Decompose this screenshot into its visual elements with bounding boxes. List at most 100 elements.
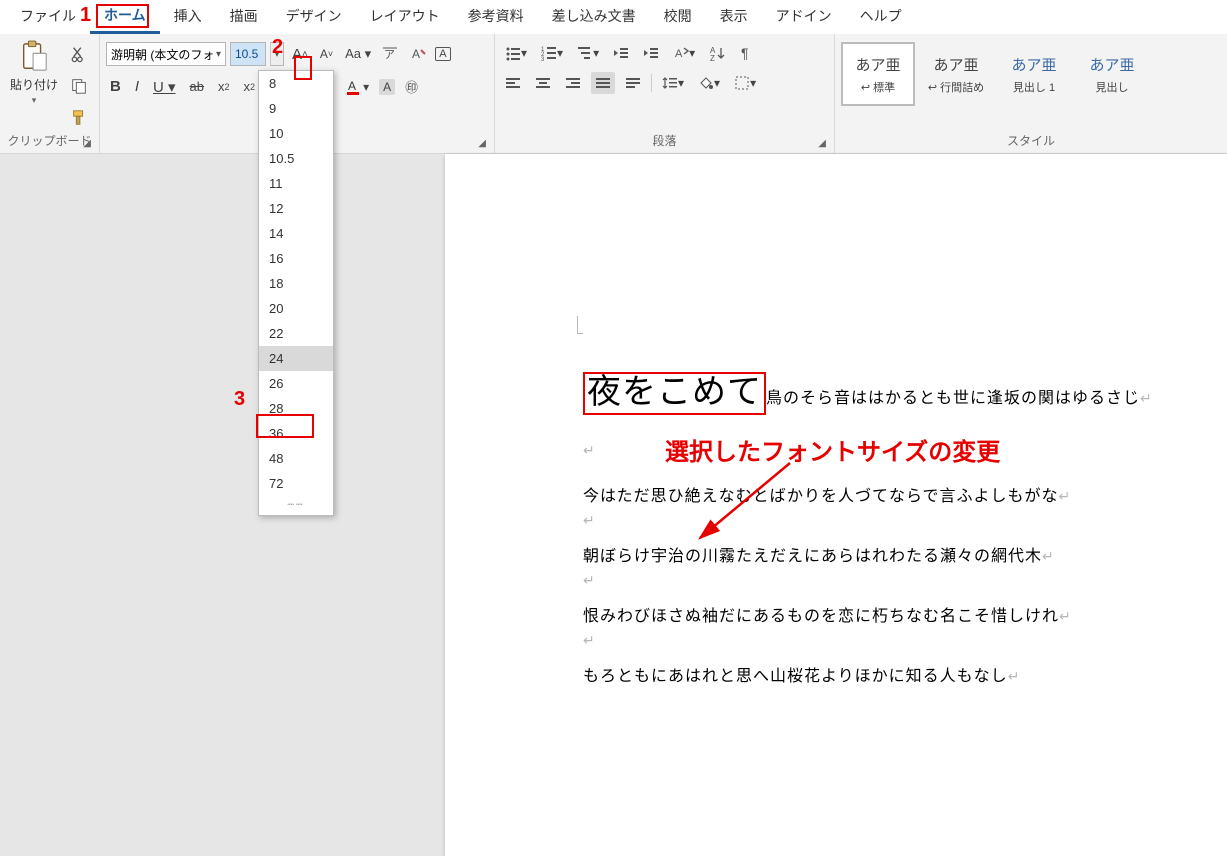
doc-line-3: 朝ぼらけ宇治の川霧たえだえにあらはれわたる瀬々の網代木↵ [583,536,1055,578]
tab-view[interactable]: 表示 [706,0,762,34]
phonetic-guide-button[interactable]: ア [379,43,403,65]
font-size-dropdown[interactable]: 891010.511121416182022242628364872┈┈ [258,70,334,516]
doc-line-1: 夜をこめて 鳥のそら音ははかるとも世に逢坂の関はゆるさじ↵ [583,372,1152,420]
borders-icon [734,75,750,91]
format-painter-button[interactable] [66,106,92,130]
font-size-option-48[interactable]: 48 [259,446,333,471]
font-size-combo[interactable]: 10.5 [230,42,266,66]
highlight-box-size-dropdown [294,56,312,80]
copy-button[interactable] [66,74,92,98]
show-marks-button[interactable]: ¶ [735,42,759,64]
tab-review[interactable]: 校閲 [650,0,706,34]
annotation-text: 選択したフォントサイズの変更 [665,432,1000,467]
text-direction-button[interactable]: A ▾ [669,42,699,64]
tab-references[interactable]: 参考資料 [454,0,538,34]
style-sample: あア亜 [1011,54,1056,75]
annotation-arrow [690,458,800,548]
font-size-option-22[interactable]: 22 [259,321,333,346]
multilevel-list-button[interactable]: ▾ [573,42,603,64]
group-label-clipboard: クリップボード ◢ [6,130,93,153]
paragraph-mark: ↵ [583,572,595,589]
tab-insert[interactable]: 挿入 [160,0,216,34]
tab-draw[interactable]: 描画 [216,0,272,34]
style-name: 見出し 1 [1013,79,1055,95]
font-size-option-9[interactable]: 9 [259,96,333,121]
align-left-button[interactable] [501,72,525,94]
style-tile-normal[interactable]: あア亜 ↩ 標準 [841,42,915,106]
svg-text:A: A [675,48,683,60]
clipboard-launcher[interactable]: ◢ [83,138,91,149]
font-launcher[interactable]: ◢ [478,138,486,149]
svg-text:A: A [412,47,420,61]
bold-button[interactable]: B [106,75,125,98]
style-sample: あア亜 [1089,54,1134,75]
font-name-combo[interactable]: 游明朝 (本文のフォ ▾ [106,42,226,66]
style-tile-nospace[interactable]: あア亜 ↩ 行間詰め [919,42,993,106]
ribbon: 貼り付け ▾ クリップボード ◢ [0,34,1227,154]
text-direction-icon: A [673,45,689,61]
highlight-box-size-24 [256,414,314,438]
sort-button[interactable]: AZ [705,42,729,64]
strikethrough-button[interactable]: ab [186,76,208,97]
numbering-icon: 123 [541,45,557,61]
distribute-button[interactable] [621,72,645,94]
enclose-characters-button[interactable]: A [435,47,450,61]
indent-icon [643,45,659,61]
font-size-option-11[interactable]: 11 [259,171,333,196]
font-size-option-16[interactable]: 16 [259,246,333,271]
decrease-indent-button[interactable] [609,42,633,64]
style-tile-heading1[interactable]: あア亜 見出し 1 [997,42,1071,106]
svg-text:ア: ア [384,49,395,61]
style-name: ↩ 行間詰め [928,79,984,95]
underline-button[interactable]: U ▾ [149,75,180,99]
font-color-button[interactable]: A ▾ [341,75,373,99]
pilcrow-icon: ¶ [739,45,755,61]
style-tile-heading[interactable]: あア亜 見出し [1075,42,1149,106]
increase-indent-button[interactable] [639,42,663,64]
align-center-button[interactable] [531,72,555,94]
tab-file[interactable]: ファイル [6,0,90,34]
shrink-font-button[interactable]: A˅ [316,44,337,64]
superscript-button[interactable]: x2 [240,76,260,97]
change-case-button[interactable]: Aa ▾ [341,43,375,65]
font-size-option-18[interactable]: 18 [259,271,333,296]
font-size-more[interactable]: ┈┈ [259,496,333,511]
enclose-button[interactable]: ㊞ [401,74,422,99]
font-color-icon: A [345,78,363,96]
font-size-option-10[interactable]: 10 [259,121,333,146]
style-name: 見出し [1096,79,1129,95]
borders-button[interactable]: ▾ [730,72,760,94]
align-justify-button[interactable] [591,72,615,94]
paragraph-launcher[interactable]: ◢ [818,138,826,149]
character-shading-button[interactable]: A [379,79,395,95]
shading-button[interactable]: ▾ [694,72,724,94]
font-size-option-14[interactable]: 14 [259,221,333,246]
clear-formatting-button[interactable]: A [407,43,431,65]
group-styles: あア亜 ↩ 標準 あア亜 ↩ 行間詰め あア亜 見出し 1 あア亜 見出し スタ… [835,34,1227,153]
font-size-option-20[interactable]: 20 [259,296,333,321]
cut-button[interactable] [66,42,92,66]
font-size-option-24[interactable]: 24 [259,346,333,371]
tab-mailings[interactable]: 差し込み文書 [538,0,650,34]
multilevel-icon [577,45,593,61]
align-right-button[interactable] [561,72,585,94]
font-size-option-10.5[interactable]: 10.5 [259,146,333,171]
numbering-button[interactable]: 123 ▾ [537,42,567,64]
tab-help[interactable]: ヘルプ [846,0,916,34]
font-size-value: 10.5 [235,47,258,61]
italic-button[interactable]: I [131,75,143,98]
document-page[interactable]: 夜をこめて 鳥のそら音ははかるとも世に逢坂の関はゆるさじ↵ ↵ 今はただ思ひ絶え… [445,154,1227,856]
tab-addins[interactable]: アドイン [762,0,846,34]
font-name-value: 游明朝 (本文のフォ [111,46,214,63]
tab-design[interactable]: デザイン [272,0,356,34]
font-size-option-26[interactable]: 26 [259,371,333,396]
bullets-button[interactable]: ▾ [501,42,531,64]
style-name: ↩ 標準 [861,79,895,95]
paragraph-mark: ↵ [583,512,595,529]
paste-button[interactable]: 貼り付け ▾ [6,38,62,108]
tab-layout[interactable]: レイアウト [356,0,454,34]
font-size-option-72[interactable]: 72 [259,471,333,496]
font-size-option-12[interactable]: 12 [259,196,333,221]
line-spacing-button[interactable]: ▾ [658,72,688,94]
subscript-button[interactable]: x2 [214,76,234,97]
